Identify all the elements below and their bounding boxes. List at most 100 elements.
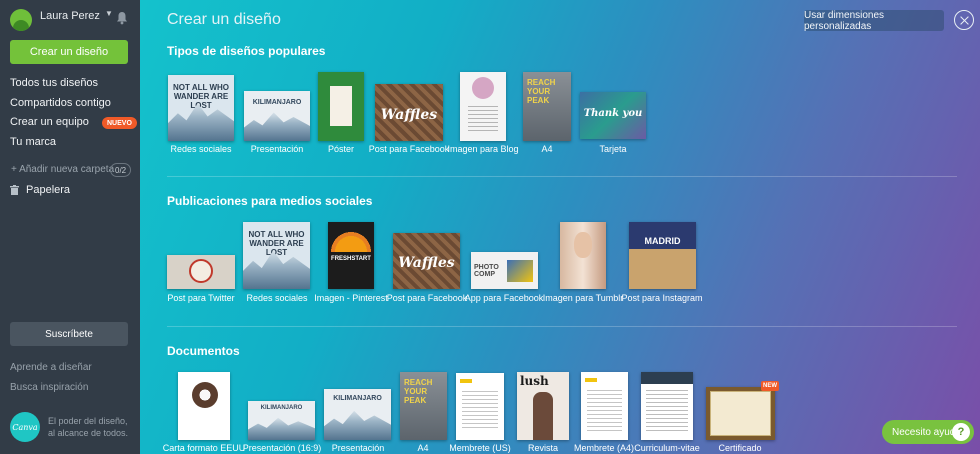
user-menu[interactable]: Laura Perez ▼ [10, 8, 132, 31]
design-thumb-pinterest[interactable]: FRESHSTART [328, 222, 374, 289]
custom-dimensions-button[interactable]: Usar dimensiones personalizadas [804, 10, 944, 32]
close-icon[interactable] [954, 10, 974, 30]
design-label[interactable]: Certificado [718, 443, 761, 453]
design-thumb-a4-doc[interactable]: REACH YOUR PEAK [400, 372, 447, 440]
design-thumb-membrete-us[interactable] [456, 373, 504, 440]
thumb-image [641, 372, 693, 384]
help-button[interactable]: Necesito ayuda ? [882, 420, 974, 444]
design-thumb-post-facebook[interactable]: Waffles [375, 84, 443, 141]
thumb-text: Waffles [380, 106, 438, 123]
design-label[interactable]: Presentación [251, 144, 304, 154]
nav-your-brand[interactable]: Tu marca [10, 136, 56, 148]
design-label[interactable]: Post para Twitter [167, 293, 234, 303]
chevron-down-icon[interactable]: ▼ [105, 9, 113, 18]
design-label[interactable]: Post para Instagram [621, 293, 702, 303]
subscribe-button[interactable]: Suscríbete [10, 322, 128, 346]
design-label[interactable]: Imagen para Blog [447, 144, 518, 154]
design-label[interactable]: Carta formato EEUU [163, 443, 246, 453]
design-label[interactable]: Presentación (16:9) [243, 443, 322, 453]
section-divider [167, 326, 957, 327]
thumb-text: lush [520, 374, 549, 388]
section-title-social: Publicaciones para medios sociales [167, 194, 373, 208]
thumb-text: NOT ALL WHO WANDER ARE LOST [173, 83, 229, 110]
bell-icon[interactable] [116, 11, 128, 25]
canva-logo: Canva [10, 412, 40, 442]
thumb-text: Waffles [398, 255, 455, 272]
design-label[interactable]: Imagen para Tumblr [543, 293, 624, 303]
design-thumb-tarjeta[interactable]: Thank you [580, 92, 646, 139]
design-label[interactable]: Redes sociales [246, 293, 307, 303]
design-thumb-carta[interactable] [178, 372, 230, 440]
thumb-image [507, 260, 533, 282]
design-thumb-blog[interactable] [460, 72, 506, 141]
thumb-text: PHOTO COMP [474, 264, 499, 278]
design-thumb-facebook-app[interactable]: PHOTO COMP [471, 252, 538, 289]
thumb-text: Thank you [583, 108, 643, 119]
design-thumb-presentacion-doc[interactable]: KILIMANJARO [324, 389, 391, 440]
sidebar: Laura Perez ▼ Crear un diseño Todos tus … [0, 0, 140, 454]
design-thumb-a4[interactable]: REACH YOUR PEAK [523, 72, 571, 141]
nav-shared-with-you[interactable]: Compartidos contigo [10, 97, 111, 109]
design-thumb-revista[interactable]: lush [517, 372, 569, 440]
design-label[interactable]: A4 [417, 443, 428, 453]
thumb-text: REACH YOUR PEAK [404, 378, 433, 405]
user-name[interactable]: Laura Perez [40, 10, 100, 22]
design-label[interactable]: Membrete (A4) [574, 443, 634, 453]
design-thumb-membrete-a4[interactable] [581, 372, 628, 440]
design-label[interactable]: Presentación [332, 443, 385, 453]
nav-create-team[interactable]: Crear un equipo [10, 116, 89, 128]
add-folder-link[interactable]: + Añadir nueva carpeta [11, 164, 114, 175]
design-thumb-cv[interactable] [641, 372, 693, 440]
design-label[interactable]: Post para Facebook [387, 293, 468, 303]
nav-all-designs[interactable]: Todos tus diseños [10, 77, 98, 89]
design-thumb-social[interactable]: NOT ALL WHO WANDER ARE LOST [243, 222, 310, 289]
design-thumb-redes-sociales[interactable]: NOT ALL WHO WANDER ARE LOST [168, 75, 234, 141]
thumb-image [244, 112, 310, 141]
thumb-text: FRESHSTART [331, 256, 371, 262]
thumb-text: REACH YOUR PEAK [527, 78, 556, 105]
design-label[interactable]: App para Facebook [465, 293, 544, 303]
help-label: Necesito ayuda [892, 426, 961, 438]
thumb-image [192, 382, 218, 408]
thumb-text: KILIMANJARO [333, 395, 382, 402]
design-thumb-presentacion-169[interactable]: KILIMANJARO [248, 401, 315, 440]
thumb-text: KILIMANJARO [252, 99, 302, 106]
new-badge: NEW [761, 381, 779, 391]
design-label[interactable]: A4 [541, 144, 552, 154]
thumb-image [533, 392, 553, 440]
design-label[interactable]: Post para Facebook [369, 144, 450, 154]
design-thumb-certificado[interactable] [706, 387, 775, 440]
thumb-image [248, 417, 315, 440]
design-thumb-post-facebook-2[interactable]: Waffles [393, 233, 460, 289]
design-thumb-poster[interactable] [318, 72, 364, 141]
new-badge: NUEVO [102, 117, 137, 129]
thumb-image [189, 259, 213, 283]
create-design-button[interactable]: Crear un diseño [10, 40, 128, 64]
avatar[interactable] [10, 9, 32, 31]
thumb-image [646, 390, 688, 434]
section-title-popular: Tipos de diseños populares [167, 44, 326, 58]
design-label[interactable]: Redes sociales [170, 144, 231, 154]
learn-design-link[interactable]: Aprende a diseñar [10, 362, 92, 373]
section-divider [167, 176, 957, 177]
thumb-image [330, 86, 352, 126]
trash-icon [10, 185, 19, 195]
tagline: El poder del diseño, al alcance de todos… [48, 416, 129, 438]
design-label[interactable]: Curriculum-vitae [634, 443, 700, 453]
design-thumb-tumblr[interactable] [560, 222, 606, 289]
thumb-image [585, 378, 597, 382]
design-label[interactable]: Póster [328, 144, 354, 154]
design-label[interactable]: Membrete (US) [449, 443, 511, 453]
find-inspiration-link[interactable]: Busca inspiración [10, 382, 88, 393]
design-thumb-instagram[interactable]: MADRID [629, 222, 696, 289]
design-label[interactable]: Tarjeta [599, 144, 626, 154]
design-thumb-twitter[interactable] [167, 255, 235, 289]
section-title-documents: Documentos [167, 344, 240, 358]
thumb-image [574, 232, 592, 258]
question-icon: ? [952, 423, 970, 441]
design-thumb-presentacion[interactable]: KILIMANJARO [244, 91, 310, 141]
design-label[interactable]: Revista [528, 443, 558, 453]
thumb-image [328, 222, 374, 252]
design-label[interactable]: Imagen - Pinterest [314, 293, 388, 303]
thumb-text: NOT ALL WHO WANDER ARE LOST [248, 230, 305, 257]
